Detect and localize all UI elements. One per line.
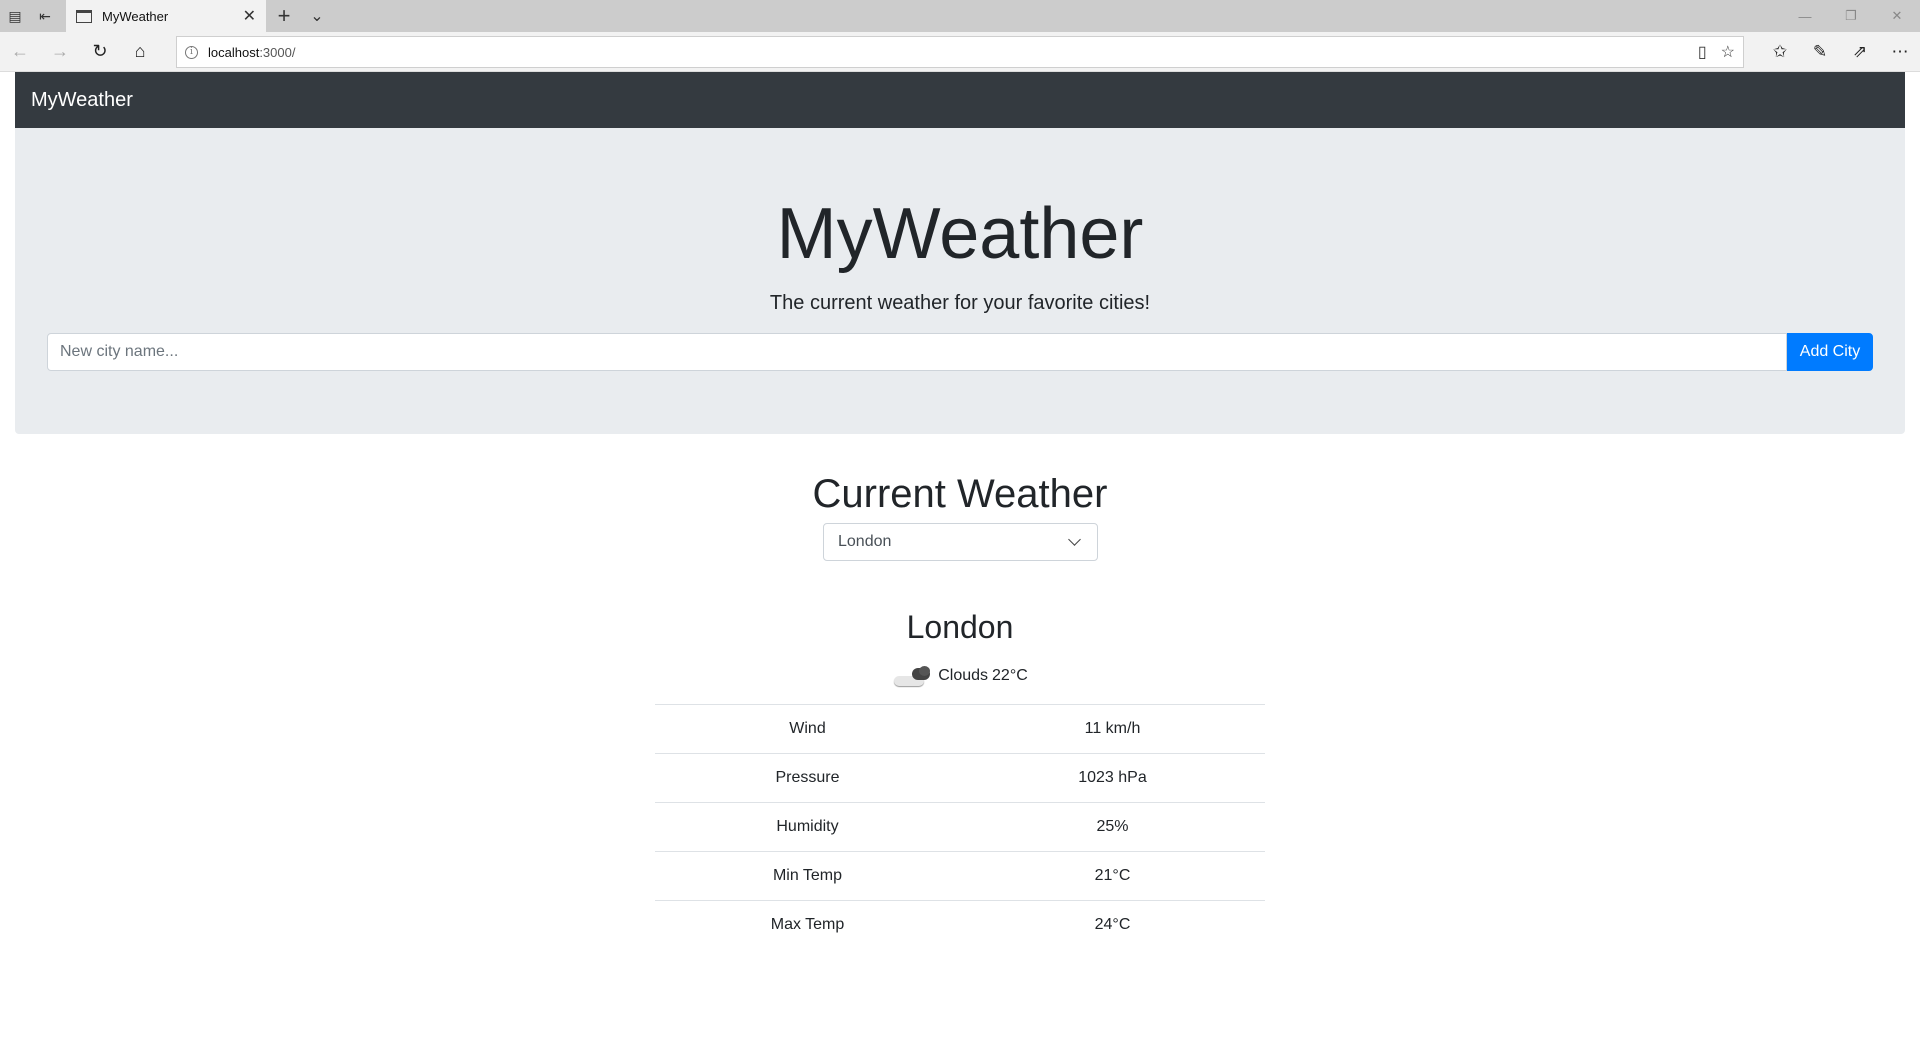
row-label: Wind xyxy=(655,704,960,754)
chevron-down-icon[interactable]: ⌄ xyxy=(302,0,332,32)
tab-preview-icon[interactable]: ▤ xyxy=(0,0,30,32)
refresh-icon[interactable]: ↻ xyxy=(80,32,120,72)
city-select[interactable]: London xyxy=(823,523,1098,561)
close-window-icon[interactable]: ✕ xyxy=(1874,0,1920,32)
forward-icon[interactable]: → xyxy=(40,32,80,72)
more-icon[interactable]: ⋯ xyxy=(1880,32,1920,72)
home-icon[interactable]: ⌂ xyxy=(120,32,160,72)
row-label: Humidity xyxy=(655,802,960,852)
row-value: 1023 hPa xyxy=(960,753,1265,803)
jumbotron: MyWeather The current weather for your f… xyxy=(15,128,1905,434)
add-city-form: Add City xyxy=(47,333,1873,371)
tab-title: MyWeather xyxy=(102,8,169,24)
browser-tab[interactable]: MyWeather ✕ xyxy=(66,0,266,32)
condition-text: Clouds xyxy=(938,667,989,684)
table-row: Humidity 25% xyxy=(655,802,1265,852)
current-weather-heading: Current Weather xyxy=(812,472,1108,516)
minimize-icon[interactable]: — xyxy=(1782,0,1828,32)
row-label: Pressure xyxy=(655,753,960,803)
table-row: Pressure 1023 hPa xyxy=(655,753,1265,803)
row-value: 24°C xyxy=(960,900,1265,950)
url-host: localhost xyxy=(208,44,260,60)
browser-tab-bar: ▤ ⇤ MyWeather ✕ + ⌄ — ❐ ✕ xyxy=(0,0,1920,32)
reading-view-icon[interactable]: ▯ xyxy=(1698,42,1707,62)
hero-title: MyWeather xyxy=(776,194,1144,274)
url-text[interactable]: localhost:3000/ xyxy=(208,45,1698,60)
row-label: Min Temp xyxy=(655,851,960,901)
site-info-icon[interactable]: i xyxy=(185,45,198,59)
window-controls: — ❐ ✕ xyxy=(1782,0,1920,32)
address-bar[interactable]: i localhost:3000/ ▯ ☆ xyxy=(176,36,1744,68)
browser-toolbar: ← → ↻ ⌂ i localhost:3000/ ▯ ☆ ✩ ✎ ⇗ ⋯ xyxy=(0,32,1920,72)
set-tabs-aside-icon[interactable]: ⇤ xyxy=(30,0,60,32)
pen-icon[interactable]: ✎ xyxy=(1800,32,1840,72)
site-navbar: MyWeather xyxy=(15,72,1905,128)
restore-icon[interactable]: ❐ xyxy=(1828,0,1874,32)
weather-condition: Clouds 22°C xyxy=(0,664,1920,688)
clouds-icon xyxy=(892,664,934,688)
new-city-input[interactable] xyxy=(47,333,1787,371)
navbar-brand[interactable]: MyWeather xyxy=(31,89,133,112)
close-tab-icon[interactable]: ✕ xyxy=(243,6,256,26)
table-row: Max Temp 24°C xyxy=(655,900,1265,950)
share-icon[interactable]: ⇗ xyxy=(1840,32,1880,72)
city-select-value: London xyxy=(838,533,892,550)
page-content: MyWeather MyWeather The current weather … xyxy=(0,72,1920,1040)
table-row: Min Temp 21°C xyxy=(655,851,1265,901)
browser-tools: ✩ ✎ ⇗ ⋯ xyxy=(1760,32,1920,72)
hero-subtitle: The current weather for your favorite ci… xyxy=(769,292,1151,314)
weather-details-table: Wind 11 km/h Pressure 1023 hPa Humidity … xyxy=(655,704,1265,950)
row-value: 11 km/h xyxy=(960,704,1265,754)
chevron-down-icon xyxy=(1068,533,1081,546)
add-city-button[interactable]: Add City xyxy=(1787,333,1873,371)
new-tab-icon[interactable]: + xyxy=(266,0,302,32)
page-icon xyxy=(76,9,92,23)
city-name-heading: London xyxy=(906,609,1014,645)
temperature-text: 22°C xyxy=(992,667,1028,684)
back-icon[interactable]: ← xyxy=(0,32,40,72)
favorites-icon[interactable]: ✩ xyxy=(1760,32,1800,72)
row-value: 25% xyxy=(960,802,1265,852)
row-label: Max Temp xyxy=(655,900,960,950)
table-row: Wind 11 km/h xyxy=(655,704,1265,754)
favorite-star-icon[interactable]: ☆ xyxy=(1721,42,1735,62)
url-path: :3000/ xyxy=(259,44,296,60)
row-value: 21°C xyxy=(960,851,1265,901)
